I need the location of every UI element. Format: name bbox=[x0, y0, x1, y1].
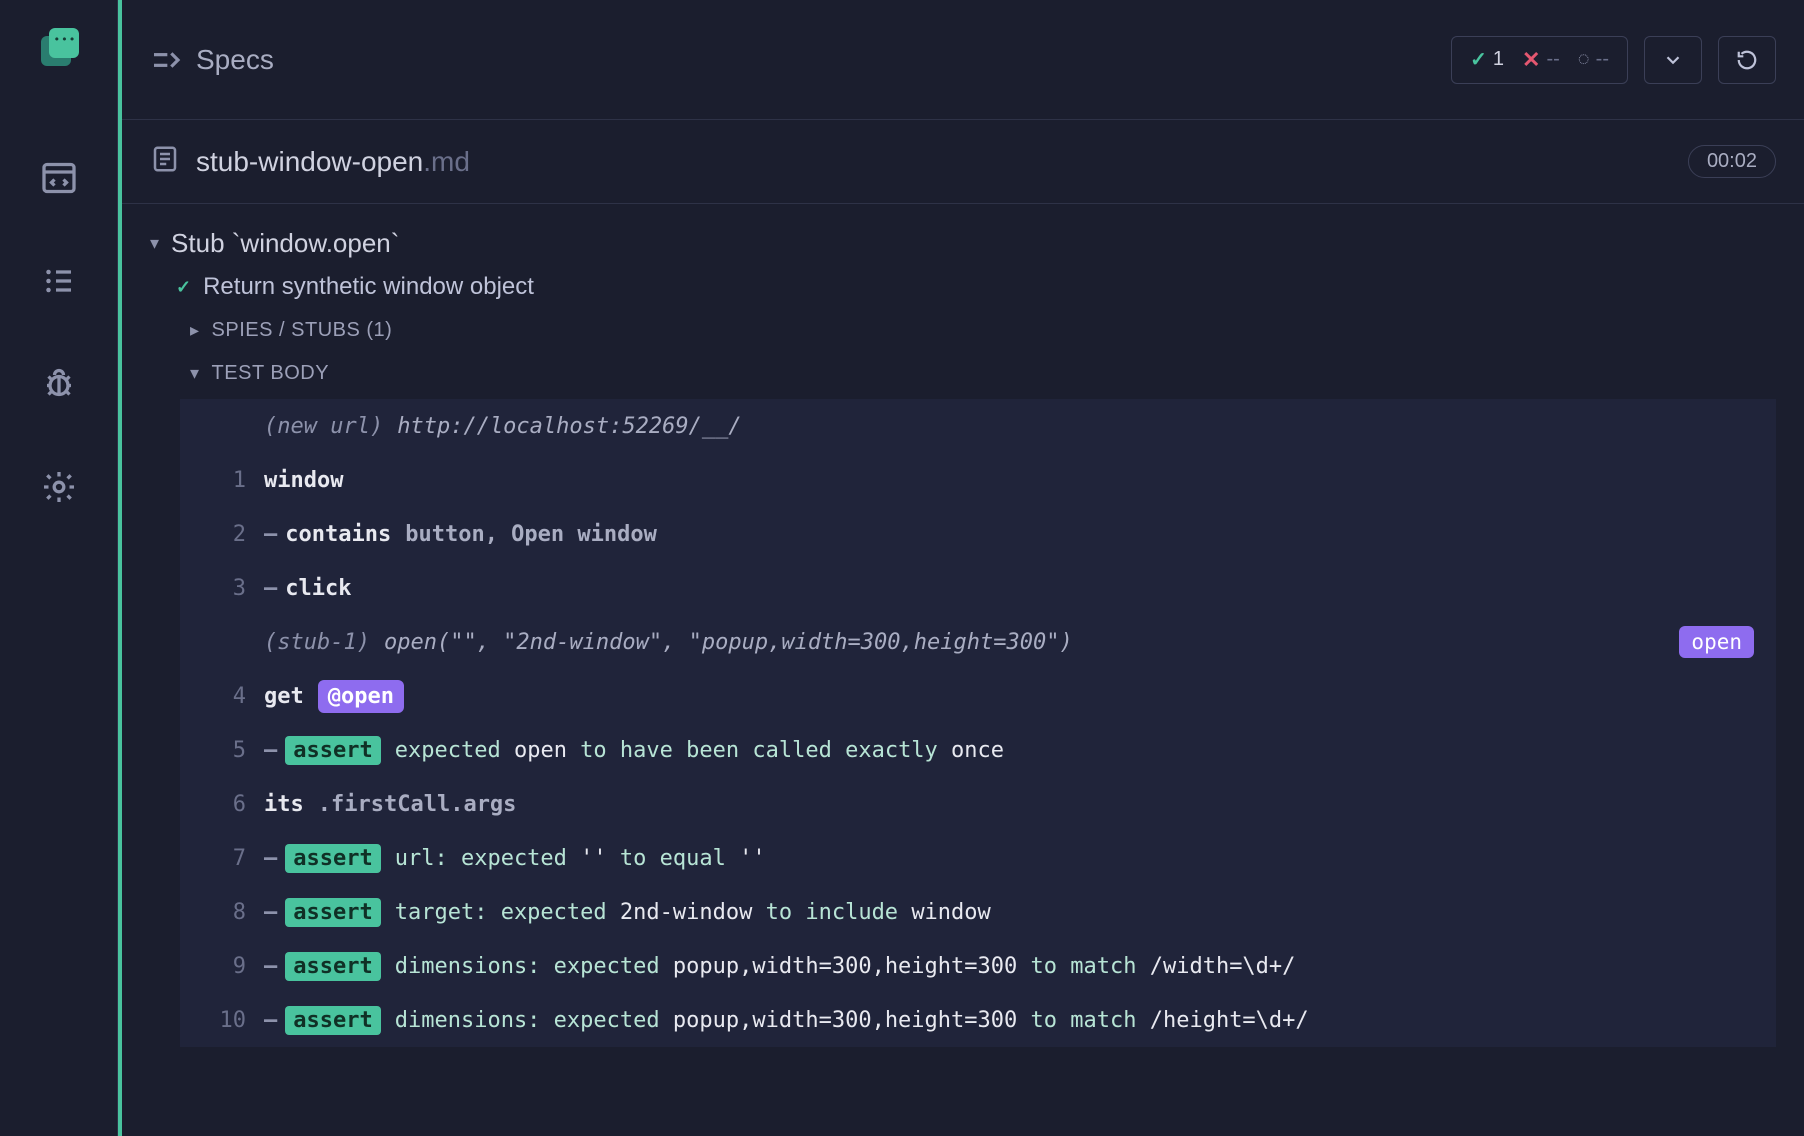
assert-badge: assert bbox=[285, 1006, 380, 1035]
command-number: 2 bbox=[180, 522, 246, 547]
assert-badge: assert bbox=[285, 898, 380, 927]
check-icon: ✓ bbox=[1470, 47, 1487, 72]
list-icon bbox=[41, 263, 77, 299]
command-row[interactable]: 3–click bbox=[180, 561, 1776, 615]
command-number: 8 bbox=[180, 900, 246, 925]
check-icon: ✓ bbox=[176, 277, 191, 298]
sidebar-item-runs[interactable] bbox=[41, 263, 77, 304]
command-row[interactable]: (new url) http://localhost:52269/__/ bbox=[180, 399, 1776, 453]
command-number: 10 bbox=[180, 1008, 246, 1033]
sidebar: ••• bbox=[0, 0, 118, 1136]
child-dash-icon: – bbox=[264, 900, 277, 925]
command-row[interactable]: 4 get @open bbox=[180, 669, 1776, 723]
assert-badge: assert bbox=[285, 844, 380, 873]
chevron-down-icon bbox=[1662, 49, 1684, 71]
child-dash-icon: – bbox=[264, 846, 277, 871]
sidebar-item-settings[interactable] bbox=[41, 469, 77, 510]
event-args: http://localhost:52269/__/ bbox=[397, 414, 741, 439]
specs-toggle[interactable]: Specs bbox=[150, 44, 274, 76]
spies-section[interactable]: ▸ SPIES / STUBS (1) bbox=[150, 307, 1776, 350]
child-dash-icon: – bbox=[264, 576, 277, 601]
command-number: 3 bbox=[180, 576, 246, 601]
assert-badge: assert bbox=[285, 736, 380, 765]
testbody-section[interactable]: ▾ TEST BODY bbox=[150, 350, 1776, 393]
stat-failed: ✕-- bbox=[1522, 47, 1560, 73]
command-row[interactable]: 10–assert dimensions: expected popup,widt… bbox=[180, 993, 1776, 1047]
test-stats: ✓1 ✕-- ◌-- bbox=[1451, 36, 1628, 84]
command-name: click bbox=[285, 576, 351, 601]
topbar: Specs ✓1 ✕-- ◌-- bbox=[122, 0, 1804, 120]
suite-title: Stub `window.open` bbox=[171, 228, 399, 259]
command-row[interactable]: 6 its .firstCall.args bbox=[180, 777, 1776, 831]
x-icon: ✕ bbox=[1522, 47, 1540, 73]
stat-pending: ◌-- bbox=[1578, 48, 1609, 71]
command-number: 4 bbox=[180, 684, 246, 709]
command-number: 7 bbox=[180, 846, 246, 871]
file-icon bbox=[150, 144, 180, 179]
command-name: window bbox=[264, 468, 343, 493]
command-name: contains bbox=[285, 522, 391, 547]
assert-badge: assert bbox=[285, 952, 380, 981]
command-args: button, Open window bbox=[405, 522, 657, 547]
command-number: 9 bbox=[180, 954, 246, 979]
chevron-down-icon: ▾ bbox=[190, 363, 200, 384]
pending-icon: ◌ bbox=[1578, 48, 1590, 71]
chevron-down-icon: ▾ bbox=[150, 233, 159, 254]
event-label: (new url) bbox=[264, 414, 383, 439]
command-row[interactable]: 8–assert target: expected 2nd-window to i… bbox=[180, 885, 1776, 939]
reload-button[interactable] bbox=[1718, 36, 1776, 84]
suite-title-row[interactable]: ▾ Stub `window.open` bbox=[150, 222, 1776, 265]
test-title-row[interactable]: ✓ Return synthetic window object bbox=[150, 265, 1776, 307]
assert-message: url: expected '' to equal '' bbox=[395, 846, 766, 871]
child-dash-icon: – bbox=[264, 522, 277, 547]
cypress-logo[interactable]: ••• bbox=[41, 28, 77, 64]
command-number: 1 bbox=[180, 468, 246, 493]
assert-message: target: expected 2nd-window to include w… bbox=[395, 900, 991, 925]
command-log: (new url) http://localhost:52269/__/ 1 wind… bbox=[180, 399, 1776, 1047]
child-dash-icon: – bbox=[264, 954, 277, 979]
test-title: Return synthetic window object bbox=[203, 273, 534, 301]
assert-message: dimensions: expected popup,width=300,hei… bbox=[395, 954, 1296, 979]
file-header[interactable]: stub-window-open.md 00:02 bbox=[122, 120, 1804, 204]
assert-message: dimensions: expected popup,width=300,hei… bbox=[395, 1008, 1309, 1033]
file-name: stub-window-open.md bbox=[196, 146, 470, 178]
command-number: 6 bbox=[180, 792, 246, 817]
command-number: 5 bbox=[180, 738, 246, 763]
child-dash-icon: – bbox=[264, 1008, 277, 1033]
command-args: .firstCall.args bbox=[318, 792, 517, 817]
command-row[interactable]: 7–assert url: expected '' to equal '' bbox=[180, 831, 1776, 885]
command-row[interactable]: (stub-1) open("", "2nd-window", "popup,wi… bbox=[180, 615, 1776, 669]
alias-tag: open bbox=[1679, 626, 1754, 658]
duration-badge: 00:02 bbox=[1688, 145, 1776, 178]
chevron-right-icon: ▸ bbox=[190, 320, 200, 341]
child-dash-icon: – bbox=[264, 738, 277, 763]
alias-badge: @open bbox=[318, 680, 404, 713]
command-row[interactable]: 5–assert expected open to have been calle… bbox=[180, 723, 1776, 777]
event-label: (stub-1) bbox=[264, 630, 370, 655]
suite-container: ▾ Stub `window.open` ✓ Return synthetic … bbox=[122, 204, 1804, 1047]
browser-code-icon bbox=[41, 160, 77, 196]
command-name: get bbox=[264, 684, 304, 709]
bug-icon bbox=[41, 366, 77, 402]
sidebar-item-debug[interactable] bbox=[41, 366, 77, 407]
command-name: its bbox=[264, 792, 304, 817]
command-row[interactable]: 9–assert dimensions: expected popup,width… bbox=[180, 939, 1776, 993]
expand-icon bbox=[150, 44, 182, 76]
assert-message: expected open to have been called exactl… bbox=[395, 738, 1004, 763]
command-row[interactable]: 1 window bbox=[180, 453, 1776, 507]
gear-icon bbox=[41, 469, 77, 505]
event-args: open("", "2nd-window", "popup,width=300,… bbox=[384, 630, 1073, 655]
reload-icon bbox=[1736, 49, 1758, 71]
sidebar-item-specs[interactable] bbox=[41, 160, 77, 201]
options-dropdown[interactable] bbox=[1644, 36, 1702, 84]
stat-passed: ✓1 bbox=[1470, 47, 1504, 72]
specs-label: Specs bbox=[196, 44, 274, 76]
main-panel: Specs ✓1 ✕-- ◌-- stub-window-open.md 00: bbox=[118, 0, 1804, 1136]
command-row[interactable]: 2–contains button, Open window bbox=[180, 507, 1776, 561]
